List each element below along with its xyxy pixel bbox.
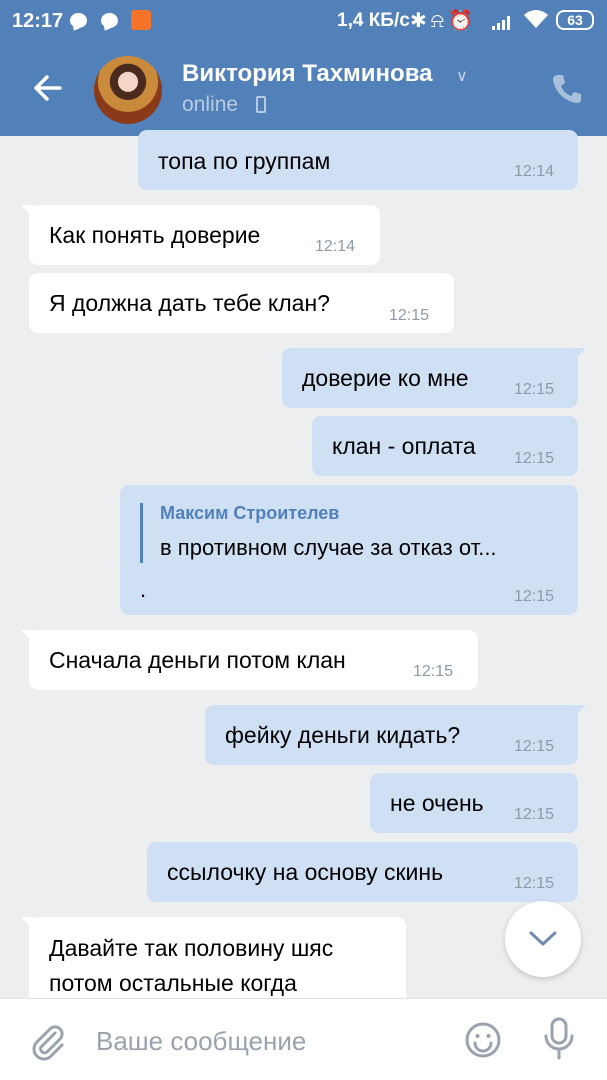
app-notification-icon (131, 10, 151, 30)
scroll-down-button[interactable] (505, 901, 581, 977)
reply-author[interactable]: Максим Строителев (160, 503, 339, 524)
message-composer (0, 998, 607, 1080)
avatar[interactable] (94, 56, 162, 124)
message-text: Я должна дать тебе клан? (49, 290, 330, 316)
network-speed: 1,4 КБ/с (337, 10, 410, 31)
chevron-down-icon (529, 931, 557, 946)
message-time: 12:15 (514, 450, 555, 467)
online-status: online (182, 93, 239, 116)
system-icons: ✱⍾⏰ (410, 8, 477, 33)
signal-icon (492, 14, 514, 30)
message-outgoing[interactable]: не очень 12:15 (370, 773, 578, 833)
message-text: Как понять доверие (49, 222, 261, 248)
chat-header: 12:17 1,4 КБ/с ✱⍾⏰ 63 Виктория Тахминова… (0, 0, 607, 136)
contact-name[interactable]: Виктория Тахминова (182, 60, 433, 88)
message-outgoing-reply[interactable]: Максим Строителев в противном случае за … (120, 485, 578, 615)
reply-text: в противном случае за отказ от... (160, 535, 497, 560)
message-time: 12:15 (514, 738, 555, 755)
message-time: 12:15 (514, 875, 555, 892)
phone-icon[interactable] (550, 72, 584, 106)
message-input[interactable] (96, 1021, 436, 1061)
microphone-icon[interactable] (542, 1017, 576, 1061)
message-incoming[interactable]: Как понять доверие 12:14 (21, 205, 380, 265)
message-time: 12:14 (315, 238, 356, 255)
message-text: ссылочку на основу скинь (167, 859, 444, 885)
message-outgoing[interactable]: фейку деньги кидать? 12:15 (205, 705, 586, 765)
message-time: 12:14 (514, 163, 555, 180)
message-outgoing[interactable]: ссылочку на основу скинь 12:15 (147, 842, 578, 902)
message-time: 12:15 (413, 663, 454, 680)
status-time: 12:17 (12, 10, 64, 32)
back-arrow-icon[interactable] (30, 70, 66, 106)
mute-icon: ⍾ (430, 10, 449, 32)
message-incoming[interactable]: Сначала деньги потом клан 12:15 (21, 630, 478, 690)
message-text: доверие ко мне (302, 365, 469, 391)
status-bar: 12:17 1,4 КБ/с ✱⍾⏰ 63 (0, 0, 607, 44)
message-text: фейку деньги кидать? (225, 722, 461, 748)
paperclip-icon[interactable] (28, 1021, 68, 1061)
battery-icon: 63 (556, 10, 594, 30)
emoji-icon[interactable] (464, 1021, 502, 1059)
message-outgoing[interactable]: топа по группам 12:14 (138, 130, 578, 190)
message-time: 12:15 (514, 588, 555, 605)
message-outgoing[interactable]: клан - оплата 12:15 (312, 416, 578, 476)
message-time: 12:15 (389, 307, 430, 324)
alarm-icon: ⏰ (448, 10, 477, 32)
message-text: не очень (390, 790, 484, 816)
reply-quote-bar (140, 503, 143, 563)
chat-bubble-icon (101, 13, 118, 28)
message-incoming[interactable]: Я должна дать тебе клан? 12:15 (29, 273, 454, 333)
message-text: клан - оплата (332, 433, 476, 459)
message-time: 12:15 (514, 806, 555, 823)
wifi-icon (523, 9, 549, 35)
message-text: Сначала деньги потом клан (49, 647, 346, 673)
chat-bubble-icon (70, 13, 87, 28)
message-outgoing[interactable]: доверие ко мне 12:15 (282, 348, 586, 408)
message-text-line: потом остальные когда (49, 970, 297, 996)
message-text: . (140, 577, 147, 602)
message-text: топа по группам (158, 148, 331, 174)
message-text-line: Давайте так половину шяс (49, 935, 334, 961)
message-time: 12:15 (514, 381, 555, 398)
chevron-down-icon[interactable]: ∨ (456, 66, 468, 86)
mobile-icon (256, 96, 266, 113)
bluetooth-icon: ✱ (410, 10, 431, 32)
